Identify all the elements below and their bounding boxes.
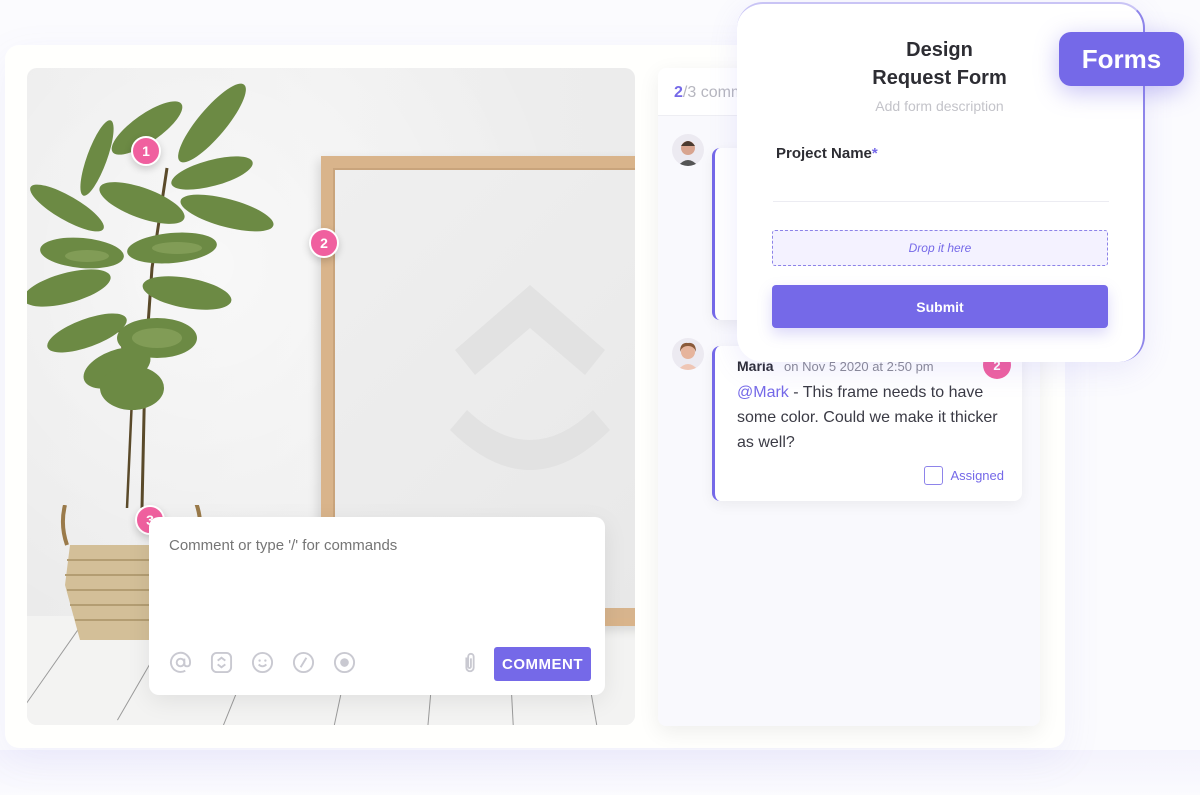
avatar-mark (672, 134, 704, 166)
submit-button[interactable]: Submit (772, 285, 1108, 328)
form-description[interactable]: Add form description (737, 98, 1142, 114)
comment-input[interactable] (169, 537, 579, 554)
assigned-label: Assigned (950, 468, 1004, 483)
attachment-icon[interactable] (459, 652, 481, 674)
emoji-icon[interactable] (251, 651, 274, 674)
comment-current-index: 2 (674, 84, 683, 101)
forms-badge: Forms (1059, 32, 1184, 86)
assigned-toggle[interactable]: Assigned (923, 466, 1004, 485)
mention-icon[interactable] (169, 651, 192, 674)
assigned-checkbox[interactable] (923, 466, 943, 485)
mention-link[interactable]: @Mark (737, 384, 789, 401)
project-name-label-text: Project Name (776, 145, 872, 162)
screen-record-icon[interactable] (210, 651, 233, 674)
slash-command-icon[interactable] (292, 651, 315, 674)
comment-body: @Mark - This frame needs to have some co… (737, 380, 1000, 455)
clickup-logo-icon (450, 285, 610, 470)
required-mark: * (871, 145, 878, 162)
annotation-pin-2[interactable]: 2 (309, 228, 339, 258)
record-icon[interactable] (333, 651, 356, 674)
project-name-label: Project Name* (776, 145, 878, 162)
project-name-input[interactable] (773, 172, 1109, 202)
annotation-pin-1[interactable]: 1 (131, 136, 161, 166)
comment-composer: COMMENT (149, 517, 605, 695)
file-dropzone[interactable]: Drop it here (772, 230, 1108, 266)
avatar-maria (672, 338, 704, 370)
comment-button[interactable]: COMMENT (494, 647, 591, 681)
comment-card[interactable]: Maria on Nov 5 2020 at 2:50 pm @Mark - T… (712, 346, 1022, 501)
background-glow (0, 750, 1200, 795)
